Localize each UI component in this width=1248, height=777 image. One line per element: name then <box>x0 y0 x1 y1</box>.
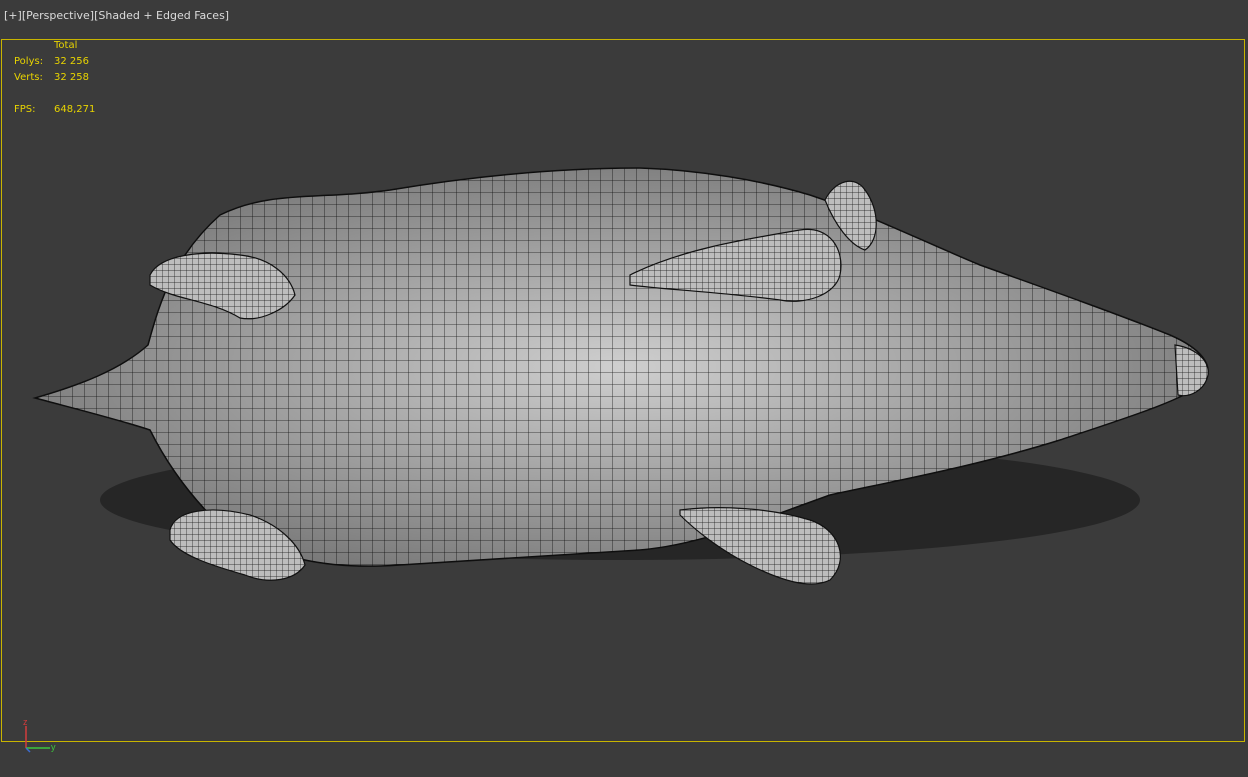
viewport-statistics: Total Polys: 32 256 Verts: 32 258 FPS: 648,… <box>14 38 134 118</box>
z-axis-label: z <box>23 717 28 727</box>
axis-gizmo-icon: z y <box>23 717 56 753</box>
mesh-nose <box>1174 344 1209 397</box>
verts-label: Verts: <box>14 72 43 83</box>
fps-label: FPS: <box>14 104 36 115</box>
3d-mesh-model[interactable] <box>0 0 1248 777</box>
polys-label: Polys: <box>14 56 44 67</box>
stats-header: Total <box>54 40 78 51</box>
verts-value: 32 258 <box>54 72 89 83</box>
y-axis-label: y <box>51 742 56 752</box>
polys-value: 32 256 <box>54 56 89 67</box>
fps-value: 648,271 <box>54 104 96 115</box>
